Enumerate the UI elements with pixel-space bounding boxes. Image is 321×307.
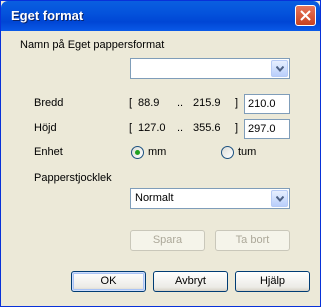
paper-name-combo[interactable] — [130, 58, 290, 79]
unit-tum-radio[interactable] — [221, 146, 234, 159]
width-label: Bredd — [34, 97, 64, 109]
height-range-open: [ — [129, 122, 133, 134]
height-range-separator: .. — [177, 122, 184, 134]
width-value: 210.0 — [248, 98, 276, 110]
unit-mm-radio[interactable] — [131, 146, 144, 159]
delete-button[interactable]: Ta bort — [215, 230, 290, 251]
close-button[interactable] — [295, 5, 316, 26]
width-range-separator: .. — [177, 97, 184, 109]
paper-thickness-dropdown-button[interactable] — [271, 190, 288, 207]
chevron-down-icon — [276, 66, 284, 72]
chevron-down-icon — [276, 196, 284, 202]
unit-label: Enhet — [34, 146, 63, 158]
width-max: 215.9 — [193, 97, 221, 109]
height-label: Höjd — [34, 122, 57, 134]
help-button[interactable]: Hjälp — [235, 271, 310, 292]
height-min: 127.0 — [138, 122, 166, 134]
height-range-close: ] — [235, 122, 239, 134]
cancel-button[interactable]: Avbryt — [153, 271, 228, 292]
unit-tum-label[interactable]: tum — [238, 146, 256, 158]
width-input[interactable]: 210.0 — [244, 94, 290, 114]
paper-thickness-value: Normalt — [135, 192, 174, 204]
height-value: 297.0 — [248, 123, 276, 135]
width-range-open: [ — [129, 97, 133, 109]
title-bar[interactable]: Eget format — [1, 1, 320, 31]
paper-thickness-combo[interactable]: Normalt — [130, 188, 290, 209]
custom-format-dialog: Eget format Namn på Eget pappersformat B… — [0, 0, 321, 307]
width-range-close: ] — [235, 97, 239, 109]
ok-button[interactable]: OK — [71, 271, 146, 292]
radio-selected-dot — [135, 150, 140, 155]
unit-mm-label[interactable]: mm — [148, 146, 166, 158]
height-max: 355.6 — [193, 122, 221, 134]
width-min: 88.9 — [138, 97, 160, 109]
paper-thickness-label: Papperstjocklek — [34, 172, 112, 184]
height-input[interactable]: 297.0 — [244, 119, 290, 139]
paper-name-dropdown-button[interactable] — [271, 60, 288, 77]
window-title: Eget format — [11, 8, 84, 23]
save-button[interactable]: Spara — [130, 230, 205, 251]
close-icon — [300, 10, 311, 21]
paper-name-label: Namn på Eget pappersformat — [20, 39, 165, 51]
